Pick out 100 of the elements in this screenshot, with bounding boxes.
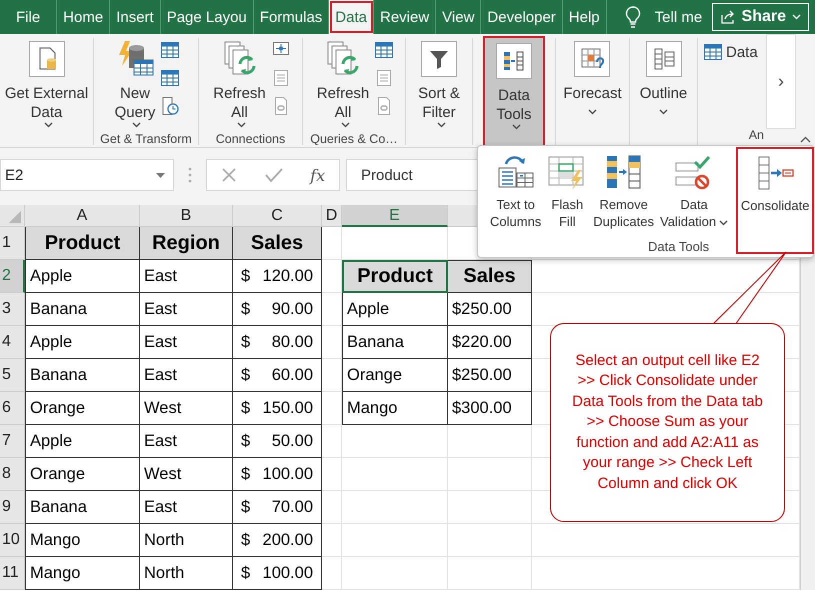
row-header[interactable]: 6 [0,392,25,425]
table-cell: $ 150.00 [233,392,322,425]
name-box[interactable]: E2 [0,159,174,191]
ribbon-button[interactable]: Sort & Filter [415,38,463,132]
group-label: Get & Transform [99,132,193,145]
row-header[interactable]: 4 [0,326,25,359]
row-header[interactable]: 7 [0,425,25,458]
column-header[interactable]: D [322,205,342,227]
row-header[interactable]: 5 [0,359,25,392]
table-cell: North [140,524,233,557]
table-cell [322,392,342,425]
table-cell: Apple [25,326,140,359]
ribbon-icon-button[interactable] [160,96,180,118]
table-cell: Mango [342,392,448,425]
ribbon-button[interactable]: Get External Data [2,38,92,132]
column-heading: Sales [448,260,532,293]
outline-icon [644,40,682,78]
menu-button[interactable]: Text to Columns [488,148,544,230]
column-heading: Product [342,260,448,293]
document-database-icon [28,40,66,78]
table-cell: Apple [25,425,140,458]
menu-button[interactable]: Consolidate [738,149,812,252]
document-clock-icon [160,96,180,116]
column-header[interactable]: E [342,205,448,227]
table-icon [160,40,180,60]
group-label: Queries & Co… [309,132,399,145]
table-cell: Mango [25,557,140,590]
share-button[interactable]: Share [712,3,809,31]
row-header[interactable]: 9 [0,491,25,524]
table-cell: Apple [342,293,448,326]
share-icon [720,9,736,25]
text-to-columns-icon [496,154,536,190]
table-cell: West [140,392,233,425]
ribbon-tab[interactable]: Data [329,0,374,34]
table-cell: Orange [25,392,140,425]
table-cell: $ 50.00 [233,425,322,458]
menu-button[interactable]: Data Validation [658,148,730,230]
lightbulb-icon [624,6,641,28]
select-all-icon [0,205,25,227]
column-header[interactable]: A [25,205,140,227]
table-cell: $250.00 [448,359,532,392]
table-cell: $ 200.00 [233,524,322,557]
table-cell [322,491,342,524]
ribbon-button[interactable]: Refresh All [314,38,372,132]
table-icon [703,42,723,62]
row-header[interactable]: 11 [0,557,25,590]
table-cell: $ 80.00 [233,326,322,359]
row-header[interactable]: 10 [0,524,25,557]
menu-button[interactable]: Flash Fill [545,148,590,230]
table-cell: $300.00 [448,392,532,425]
table-cell: Banana [342,326,448,359]
table-cell: $ 100.00 [233,458,322,491]
row-header[interactable]: 3 [0,293,25,326]
ribbon-button[interactable]: Data Tools [485,38,543,145]
table-cell: $220.00 [448,326,532,359]
column-header[interactable]: B [140,205,233,227]
table-cell [322,293,342,326]
ribbon-button[interactable]: Forecast [560,38,625,119]
group-label: Connections [214,132,286,145]
table-cell: East [140,491,233,524]
table-cell: $ 60.00 [233,359,322,392]
table-cell: East [140,359,233,392]
row-header[interactable]: 1 [0,227,25,260]
chart-grid-icon [573,40,612,78]
ribbon-button[interactable]: New Query [112,38,158,132]
table-cell: Orange [25,458,140,491]
tell-me-search[interactable]: Tell me [654,8,702,26]
table-cell: $ 120.00 [233,260,322,293]
ribbon-button[interactable]: Refresh All [210,38,269,132]
table-cell [322,458,342,491]
dropdown-arrow-icon [156,172,165,178]
table-cell: $ 70.00 [233,491,322,524]
row-header[interactable]: 2 [0,260,25,293]
table-cell: Banana [25,491,140,524]
table-icon [374,40,394,60]
ribbon-button[interactable]: Data [703,38,761,62]
table-cell [322,326,342,359]
grip-icon [188,167,192,183]
filter-icon [420,40,458,78]
table-cell: $ 100.00 [233,557,322,590]
table-cell: East [140,293,233,326]
table-cell [322,557,342,590]
table-cell: North [140,557,233,590]
table-cell [322,425,342,458]
table-cell: East [140,425,233,458]
table-cell [322,227,342,260]
insert-function-button[interactable]: fx [310,166,326,184]
table-cell [322,524,342,557]
table-cell: Mango [25,524,140,557]
scroll-right-button[interactable]: › [766,34,796,129]
table-cell: East [140,326,233,359]
close-icon [220,167,237,183]
column-heading: Product [25,227,140,260]
menu-button[interactable]: Remove Duplicates [591,148,656,230]
group-label: An [748,128,765,144]
row-header[interactable]: 8 [0,458,25,491]
ribbon-button[interactable]: Outline [636,38,690,119]
caret-up-icon [800,136,811,143]
checkmark-icon [264,167,282,183]
column-header[interactable]: C [233,205,322,227]
